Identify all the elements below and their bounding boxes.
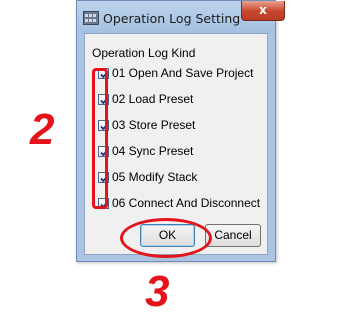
log-kind-item-05[interactable]: 05 Modify Stack bbox=[98, 168, 197, 186]
checkbox-label: 01 Open And Save Project bbox=[112, 66, 254, 80]
screenshot-stage: Operation Log Setting x Operation Log Ki… bbox=[0, 0, 356, 318]
step-2-callout: 2 bbox=[30, 105, 55, 154]
checkbox-label: 05 Modify Stack bbox=[112, 170, 198, 184]
checkbox-label: 06 Connect And Disconnect bbox=[112, 196, 261, 210]
close-button[interactable]: x bbox=[241, 1, 285, 21]
close-icon: x bbox=[259, 3, 267, 17]
app-icon bbox=[83, 11, 99, 25]
cancel-button[interactable]: Cancel bbox=[205, 224, 261, 247]
log-kind-item-04[interactable]: 04 Sync Preset bbox=[98, 142, 193, 160]
log-kind-item-01[interactable]: 01 Open And Save Project bbox=[98, 64, 253, 82]
log-kind-item-02[interactable]: 02 Load Preset bbox=[98, 90, 193, 108]
dialog-title: Operation Log Setting bbox=[103, 11, 241, 26]
log-kind-item-06[interactable]: 06 Connect And Disconnect bbox=[98, 194, 260, 212]
ok-button-highlight-circle bbox=[120, 218, 212, 258]
log-kind-item-03[interactable]: 03 Store Preset bbox=[98, 116, 195, 134]
checkbox-highlight-frame bbox=[92, 68, 108, 209]
checkbox-label: 03 Store Preset bbox=[112, 118, 196, 132]
checkbox-label: 04 Sync Preset bbox=[112, 144, 194, 158]
step-3-callout: 3 bbox=[145, 267, 170, 316]
checkbox-label: 02 Load Preset bbox=[112, 92, 194, 106]
group-label: Operation Log Kind bbox=[92, 46, 196, 60]
